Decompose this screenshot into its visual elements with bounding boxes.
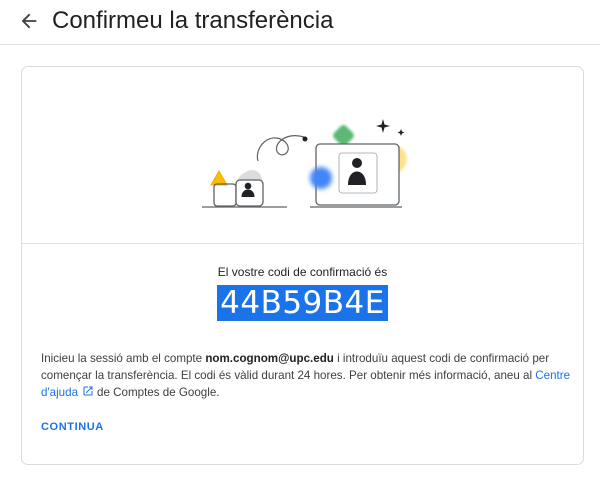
account-email: nom.cognom@upc.edu	[205, 352, 334, 365]
sparkle-large-icon	[376, 119, 390, 133]
page-title: Confirmeu la transferència	[52, 7, 334, 34]
page-header: Confirmeu la transferència	[0, 0, 600, 45]
code-container: 44B59B4E	[22, 285, 583, 321]
arrow-back-icon[interactable]	[18, 10, 40, 32]
sparkle-small-icon	[397, 129, 405, 136]
path-dot	[302, 136, 308, 142]
transfer-illustration	[202, 119, 407, 208]
continue-button[interactable]: CONTINUA	[41, 421, 104, 433]
instructions-part3: de Comptes de Google.	[97, 386, 220, 399]
yellow-triangle-shape	[210, 170, 228, 186]
code-label: El vostre codi de confirmació és	[217, 265, 388, 279]
small-device-frame	[213, 183, 237, 207]
blue-blob-shape	[310, 167, 332, 189]
open-in-new-icon	[83, 386, 93, 396]
instructions-part1: Inicieu la sessió amb el compte	[41, 352, 206, 365]
card-divider	[22, 243, 583, 244]
confirmation-code[interactable]: 44B59B4E	[217, 285, 388, 321]
confirmation-card: El vostre codi de confirmació és 44B59B4…	[21, 66, 584, 465]
instructions-text: Inicieu la sessió amb el compte nom.cogn…	[41, 350, 571, 401]
transfer-path-curve	[256, 135, 305, 162]
